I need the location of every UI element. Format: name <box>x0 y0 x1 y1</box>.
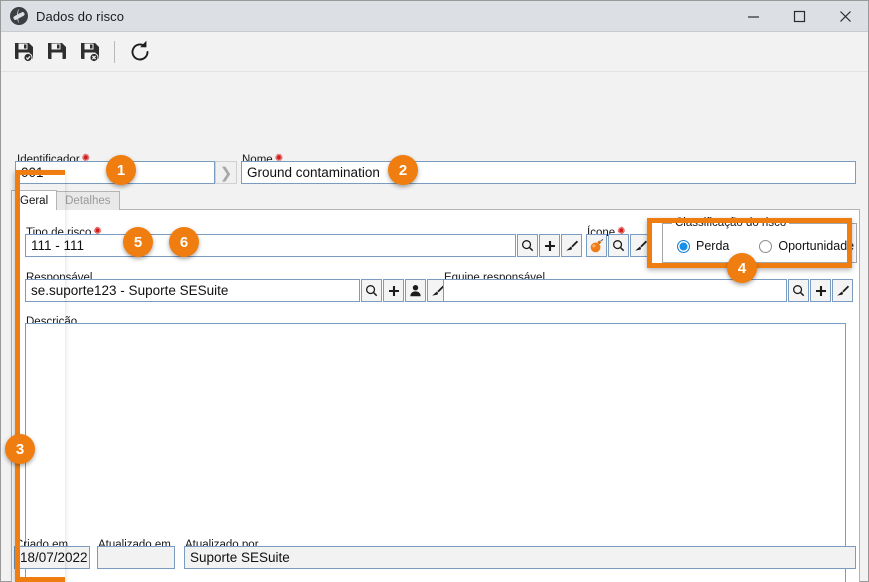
close-icon[interactable] <box>822 1 868 31</box>
tipo-risco-search-button[interactable] <box>517 234 538 257</box>
annotation-badge-4: 4 <box>727 253 757 283</box>
annotation-badge-5: 5 <box>123 227 153 257</box>
responsavel-user-button[interactable] <box>405 279 426 302</box>
globe-icon <box>10 7 28 25</box>
responsavel-search-button[interactable] <box>361 279 382 302</box>
toolbar-separator <box>114 40 115 63</box>
cancel-save-button[interactable] <box>75 37 105 67</box>
tab-geral[interactable]: Geral <box>11 190 58 210</box>
radio-perda[interactable]: Perda <box>677 239 729 253</box>
chevron-right-icon[interactable]: ❯ <box>215 161 237 184</box>
classificacao-options: Perda Oportunidade <box>663 224 856 262</box>
tipo-risco-clear-button[interactable] <box>561 234 582 257</box>
refresh-button[interactable] <box>125 37 155 67</box>
radio-dot-icon <box>677 239 690 253</box>
tipo-de-risco-row: 111 - 111 <box>25 234 582 257</box>
minimize-icon[interactable] <box>730 1 776 31</box>
nome-field[interactable]: Ground contamination <box>241 161 856 184</box>
tipo-de-risco-field[interactable]: 111 - 111 <box>25 234 516 257</box>
maximize-icon[interactable] <box>776 1 822 31</box>
icone-clear-button[interactable] <box>630 234 651 257</box>
radio-dot-icon <box>759 239 773 253</box>
bomb-icon <box>586 234 607 257</box>
atualizado-por-field: Suporte SESuite <box>184 546 856 569</box>
radio-oportunidade-label: Oportunidade <box>778 239 855 253</box>
responsavel-row: se.suporte123 - Suporte SESuite <box>25 279 448 302</box>
risk-data-window: Dados do risco Identificador ✺ 001 ❯ Nom… <box>0 0 869 582</box>
atualizado-em-field <box>97 546 175 569</box>
tipo-risco-add-button[interactable] <box>539 234 560 257</box>
radio-perda-label: Perda <box>696 239 730 253</box>
equipe-responsavel-field[interactable] <box>443 279 787 302</box>
annotation-badge-3: 3 <box>5 434 35 464</box>
equipe-add-button[interactable] <box>810 279 831 302</box>
classificacao-title: Classificação do risco <box>672 217 790 229</box>
criado-em-field: 18/07/2022 <box>14 546 90 569</box>
form-body: Identificador ✺ 001 ❯ Nome ✺ Ground contam… <box>1 72 868 582</box>
tab-strip: Geral Detalhes <box>11 190 120 210</box>
save-button[interactable] <box>9 37 39 67</box>
toolbar <box>1 32 868 72</box>
equipe-clear-button[interactable] <box>832 279 853 302</box>
annotation-badge-1: 1 <box>106 155 136 185</box>
title-bar: Dados do risco <box>1 1 868 32</box>
radio-oportunidade[interactable]: Oportunidade <box>759 239 854 253</box>
annotation-badge-6: 6 <box>169 227 199 257</box>
icone-row <box>586 234 651 257</box>
classificacao-groupbox: Classificação do risco Perda Oportunidad… <box>662 217 857 263</box>
icone-search-button[interactable] <box>608 234 629 257</box>
tab-detalhes[interactable]: Detalhes <box>56 191 120 210</box>
responsavel-field[interactable]: se.suporte123 - Suporte SESuite <box>25 279 360 302</box>
equipe-responsavel-row <box>443 279 853 302</box>
responsavel-add-button[interactable] <box>383 279 404 302</box>
equipe-search-button[interactable] <box>788 279 809 302</box>
footer-metadata: Criado em 18/07/2022 Atualizado em Atual… <box>1 535 868 581</box>
window-title: Dados do risco <box>36 8 125 24</box>
annotation-badge-2: 2 <box>388 155 418 185</box>
save-close-button[interactable] <box>42 37 72 67</box>
